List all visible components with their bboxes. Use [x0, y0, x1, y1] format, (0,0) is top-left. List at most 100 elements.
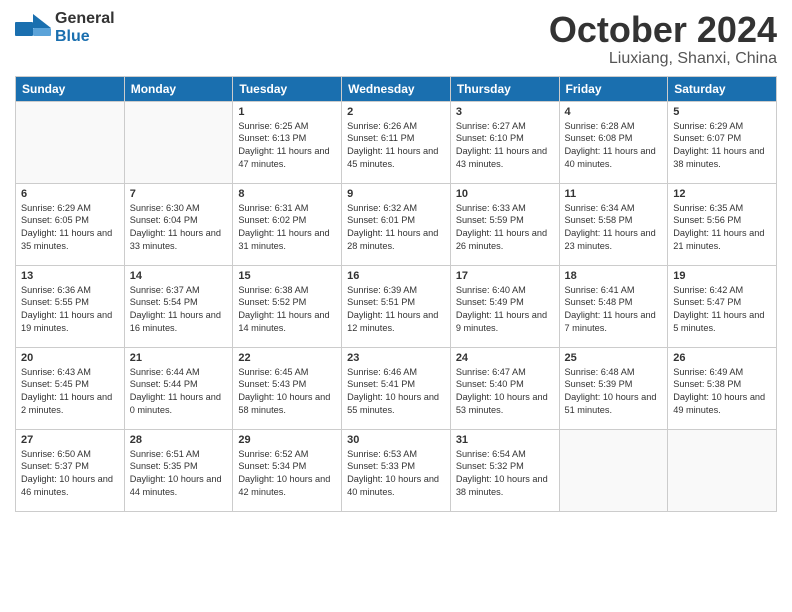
calendar-header-row: Sunday Monday Tuesday Wednesday Thursday… [16, 76, 777, 101]
table-row: 26Sunrise: 6:49 AMSunset: 5:38 PMDayligh… [668, 347, 777, 429]
table-row [668, 429, 777, 511]
month-title: October 2024 [549, 10, 777, 50]
sunset-label: Sunset: 5:32 PM [456, 461, 524, 471]
daylight-label: Daylight: 10 hours and 42 minutes. [238, 474, 330, 497]
table-row: 15Sunrise: 6:38 AMSunset: 5:52 PMDayligh… [233, 265, 342, 347]
header: General Blue October 2024 Liuxiang, Shan… [15, 10, 777, 68]
day-info: Sunrise: 6:40 AMSunset: 5:49 PMDaylight:… [456, 284, 554, 336]
sunrise-label: Sunrise: 6:32 AM [347, 203, 417, 213]
day-info: Sunrise: 6:27 AMSunset: 6:10 PMDaylight:… [456, 120, 554, 172]
day-number: 27 [21, 434, 119, 446]
logo-icon [15, 14, 51, 42]
sunrise-label: Sunrise: 6:26 AM [347, 121, 417, 131]
day-info: Sunrise: 6:45 AMSunset: 5:43 PMDaylight:… [238, 366, 336, 418]
sunrise-label: Sunrise: 6:29 AM [21, 203, 91, 213]
sunset-label: Sunset: 5:48 PM [565, 297, 633, 307]
day-info: Sunrise: 6:28 AMSunset: 6:08 PMDaylight:… [565, 120, 663, 172]
daylight-label: Daylight: 11 hours and 5 minutes. [673, 310, 764, 333]
day-number: 5 [673, 106, 771, 118]
calendar-week-row: 6Sunrise: 6:29 AMSunset: 6:05 PMDaylight… [16, 183, 777, 265]
logo-general-text: General [55, 10, 115, 27]
table-row: 16Sunrise: 6:39 AMSunset: 5:51 PMDayligh… [342, 265, 451, 347]
table-row: 9Sunrise: 6:32 AMSunset: 6:01 PMDaylight… [342, 183, 451, 265]
daylight-label: Daylight: 11 hours and 43 minutes. [456, 146, 547, 169]
day-number: 18 [565, 270, 663, 282]
col-friday: Friday [559, 76, 668, 101]
day-info: Sunrise: 6:42 AM Sunset: 5:47 PM Daylight:… [673, 284, 771, 336]
day-info: Sunrise: 6:30 AMSunset: 6:04 PMDaylight:… [130, 202, 228, 254]
day-info: Sunrise: 6:39 AMSunset: 5:51 PMDaylight:… [347, 284, 445, 336]
sunset-label: Sunset: 5:52 PM [238, 297, 306, 307]
table-row: 10Sunrise: 6:33 AMSunset: 5:59 PMDayligh… [450, 183, 559, 265]
day-info: Sunrise: 6:33 AMSunset: 5:59 PMDaylight:… [456, 202, 554, 254]
table-row: 11Sunrise: 6:34 AMSunset: 5:58 PMDayligh… [559, 183, 668, 265]
table-row: 8 Sunrise: 6:31 AMSunset: 6:02 PMDaylight… [233, 183, 342, 265]
day-number: 31 [456, 434, 554, 446]
daylight-label: Daylight: 11 hours and 45 minutes. [347, 146, 438, 169]
page: General Blue October 2024 Liuxiang, Shan… [0, 0, 792, 612]
day-number: 9 [347, 188, 445, 200]
col-wednesday: Wednesday [342, 76, 451, 101]
sunset-label: Sunset: 6:13 PM [238, 133, 306, 143]
sunset-label: Sunset: 5:51 PM [347, 297, 415, 307]
day-info: Sunrise: 6:49 AMSunset: 5:38 PMDaylight:… [673, 366, 771, 418]
table-row: 17 Sunrise: 6:40 AMSunset: 5:49 PMDayligh… [450, 265, 559, 347]
table-row: 5Sunrise: 6:29 AMSunset: 6:07 PMDaylight… [668, 101, 777, 183]
daylight-label: Daylight: 11 hours and 38 minutes. [673, 146, 764, 169]
sunrise-label: Sunrise: 6:44 AM [130, 367, 200, 377]
sunset-label: Sunset: 6:08 PM [565, 133, 633, 143]
table-row [559, 429, 668, 511]
sunrise-label: Sunrise: 6:48 AM [565, 367, 635, 377]
table-row [16, 101, 125, 183]
day-number: 17 [456, 270, 554, 282]
sunrise-label: Sunrise: 6:30 AM [130, 203, 200, 213]
day-info: Sunrise: 6:44 AMSunset: 5:44 PMDaylight:… [130, 366, 228, 418]
daylight-label: Daylight: 10 hours and 53 minutes. [456, 392, 548, 415]
table-row [124, 101, 233, 183]
day-info: Sunrise: 6:50 AMSunset: 5:37 PMDaylight:… [21, 448, 119, 500]
daylight-label: Daylight: 10 hours and 58 minutes. [238, 392, 330, 415]
day-info: Sunrise: 6:35 AMSunset: 5:56 PMDaylight:… [673, 202, 771, 254]
sunrise-label: Sunrise: 6:51 AM [130, 449, 200, 459]
sunrise-label: Sunrise: 6:31 AM [238, 203, 308, 213]
sunset-label: Sunset: 5:47 PM [673, 297, 741, 307]
logo: General Blue [15, 10, 115, 46]
daylight-label: Daylight: 10 hours and 55 minutes. [347, 392, 439, 415]
day-number: 28 [130, 434, 228, 446]
sunrise-label: Sunrise: 6:35 AM [673, 203, 743, 213]
daylight-label: Daylight: 11 hours and 0 minutes. [130, 392, 221, 415]
sunset-label: Sunset: 5:34 PM [238, 461, 306, 471]
daylight-label: Daylight: 11 hours and 35 minutes. [21, 228, 112, 251]
table-row: 20Sunrise: 6:43 AMSunset: 5:45 PMDayligh… [16, 347, 125, 429]
daylight-label: Daylight: 11 hours and 23 minutes. [565, 228, 656, 251]
sunrise-label: Sunrise: 6:37 AM [130, 285, 200, 295]
table-row: 28Sunrise: 6:51 AMSunset: 5:35 PMDayligh… [124, 429, 233, 511]
day-number: 20 [21, 352, 119, 364]
sunrise-label: Sunrise: 6:53 AM [347, 449, 417, 459]
day-number: 7 [130, 188, 228, 200]
table-row: 3Sunrise: 6:27 AMSunset: 6:10 PMDaylight… [450, 101, 559, 183]
sunset-label: Sunset: 5:38 PM [673, 379, 741, 389]
sunrise-label: Sunrise: 6:42 AM [673, 285, 743, 295]
daylight-label: Daylight: 11 hours and 19 minutes. [21, 310, 112, 333]
daylight-label: Daylight: 11 hours and 28 minutes. [347, 228, 438, 251]
day-info: Sunrise: 6:31 AMSunset: 6:02 PMDaylight:… [238, 202, 336, 254]
day-number: 30 [347, 434, 445, 446]
sunrise-label: Sunrise: 6:47 AM [456, 367, 526, 377]
day-info: Sunrise: 6:25 AMSunset: 6:13 PMDaylight:… [238, 120, 336, 172]
day-number: 21 [130, 352, 228, 364]
table-row: 1Sunrise: 6:25 AMSunset: 6:13 PMDaylight… [233, 101, 342, 183]
day-number: 8 [238, 188, 336, 200]
day-info: Sunrise: 6:48 AMSunset: 5:39 PMDaylight:… [565, 366, 663, 418]
sunset-label: Sunset: 5:59 PM [456, 215, 524, 225]
sunset-label: Sunset: 6:05 PM [21, 215, 89, 225]
calendar-week-row: 27 Sunrise: 6:50 AMSunset: 5:37 PMDayligh… [16, 429, 777, 511]
sunset-label: Sunset: 5:43 PM [238, 379, 306, 389]
daylight-label: Daylight: 11 hours and 2 minutes. [21, 392, 112, 415]
calendar-week-row: 1Sunrise: 6:25 AMSunset: 6:13 PMDaylight… [16, 101, 777, 183]
calendar: Sunday Monday Tuesday Wednesday Thursday… [15, 76, 777, 512]
sunset-label: Sunset: 6:10 PM [456, 133, 524, 143]
daylight-label: Daylight: 10 hours and 38 minutes. [456, 474, 548, 497]
table-row: 6Sunrise: 6:29 AMSunset: 6:05 PMDaylight… [16, 183, 125, 265]
day-number: 23 [347, 352, 445, 364]
